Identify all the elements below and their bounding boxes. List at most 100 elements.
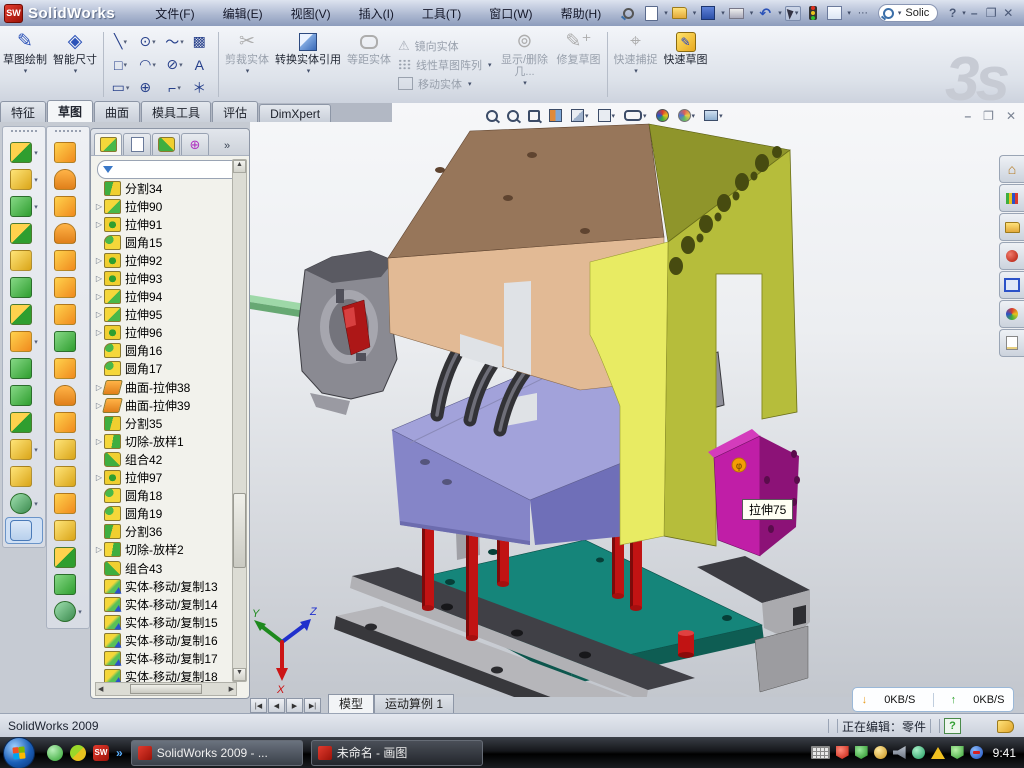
network-speed-widget[interactable]: ↓ 0KB/S ↑ 0KB/S bbox=[852, 687, 1014, 712]
tab-dimxpert-manager[interactable]: ⊕ bbox=[181, 133, 209, 155]
caret-icon[interactable]: ▾ bbox=[34, 500, 38, 508]
3d-model-view[interactable]: φ Y Z X bbox=[250, 103, 1024, 697]
search-input[interactable]: Solic bbox=[905, 7, 929, 19]
left-toolbar-button[interactable]: ▾ bbox=[4, 193, 44, 220]
document-tab[interactable]: 运动算例 1 bbox=[374, 694, 454, 713]
doc-restore-button[interactable]: ❐ bbox=[983, 109, 994, 123]
menu-item[interactable]: 工具(T) bbox=[408, 1, 475, 26]
volume-icon[interactable] bbox=[893, 746, 906, 759]
feature-tree-item[interactable]: ▷ 切除-放样2 bbox=[94, 541, 233, 559]
expand-arrow-icon[interactable]: ▷ bbox=[94, 437, 104, 446]
tree-vertical-scrollbar[interactable]: ▲ ▼ bbox=[232, 159, 247, 682]
tab-toolbox[interactable] bbox=[999, 242, 1024, 270]
left-toolbar-button[interactable]: ▾ bbox=[48, 301, 88, 328]
feature-tree-item[interactable]: ▷ 实体-移动/复制15 bbox=[94, 613, 233, 631]
options-icon[interactable] bbox=[825, 5, 843, 21]
feature-tree-item[interactable]: ▷ 拉伸93 bbox=[94, 269, 233, 287]
caret-icon[interactable]: ▾ bbox=[126, 84, 130, 92]
sketch-entity-icon[interactable]: ⊘ ▾ bbox=[161, 53, 188, 76]
ribbon-tab[interactable]: DimXpert bbox=[259, 104, 331, 122]
ribbon-tab[interactable]: 评估 bbox=[212, 101, 258, 122]
expand-arrow-icon[interactable]: ▷ bbox=[94, 220, 104, 229]
left-toolbar-button[interactable]: ▾ bbox=[4, 382, 44, 409]
search-box[interactable]: ▾ Solic bbox=[878, 4, 938, 22]
left-toolbar-button[interactable]: ▾ bbox=[4, 463, 44, 490]
offset-entities-button[interactable]: 等距实体 bbox=[344, 26, 394, 103]
tab-configuration-manager[interactable] bbox=[152, 133, 180, 155]
save-icon[interactable] bbox=[699, 5, 717, 21]
graphics-viewport[interactable]: φ Y Z X ▾ ▾ ▾ ▾ bbox=[250, 103, 1024, 697]
feature-tree-item[interactable]: ▷ 拉伸97 bbox=[94, 469, 233, 487]
panel-chevron[interactable]: » bbox=[224, 140, 230, 155]
tab-view-palette[interactable] bbox=[999, 271, 1024, 299]
feature-tree-item[interactable]: ▷ 分割34 bbox=[94, 179, 233, 197]
quick-launch-chevron[interactable]: » bbox=[116, 746, 123, 760]
taskbar-window-button[interactable]: 未命名 - 画图 bbox=[311, 740, 483, 766]
left-toolbar-button[interactable]: ▾ bbox=[48, 409, 88, 436]
left-toolbar-button[interactable]: ▾ bbox=[4, 436, 44, 463]
undo-icon[interactable]: ↶ bbox=[756, 5, 774, 21]
tab-property-manager[interactable] bbox=[123, 133, 151, 155]
antivirus-icon[interactable] bbox=[70, 745, 86, 761]
sketch-entity-icon[interactable]: A ▾ bbox=[188, 53, 215, 76]
feature-tree-item[interactable]: ▷ 曲面-拉伸39 bbox=[94, 396, 233, 414]
zoom-area-icon[interactable] bbox=[507, 110, 519, 122]
mirror-entities-button[interactable]: ⚠ 镜向实体 bbox=[398, 38, 492, 54]
left-toolbar-button[interactable]: ▾ bbox=[4, 220, 44, 247]
sketch-entity-icon[interactable]: ▩ ▾ bbox=[188, 30, 215, 53]
expand-arrow-icon[interactable]: ▷ bbox=[94, 202, 104, 211]
left-toolbar-button[interactable]: ▾ bbox=[4, 409, 44, 436]
feature-tree-item[interactable]: ▷ 实体-移动/复制13 bbox=[94, 577, 233, 595]
ribbon-tab[interactable]: 模具工具 bbox=[141, 101, 211, 122]
left-toolbar-button[interactable]: ▾ bbox=[4, 247, 44, 274]
caret-icon[interactable]: ▾ bbox=[152, 38, 156, 46]
tree-horizontal-scrollbar[interactable]: ◀ ▶ bbox=[95, 682, 237, 696]
menu-item[interactable]: 视图(V) bbox=[277, 1, 345, 26]
section-view-icon[interactable] bbox=[549, 109, 562, 122]
left-toolbar-button[interactable]: ▾ bbox=[48, 193, 88, 220]
feature-tree-item[interactable]: ▷ 组合42 bbox=[94, 450, 233, 468]
sketch-entity-icon[interactable]: ⊕ ▾ bbox=[134, 76, 161, 99]
sketch-button[interactable]: ✎ 草图绘制 ▾ bbox=[0, 26, 50, 103]
trim-entities-button[interactable]: ✂ 剪裁实体 ▾ bbox=[222, 26, 272, 103]
left-toolbar-button[interactable]: ▾ bbox=[5, 517, 43, 544]
left-toolbar-button[interactable]: ▾ bbox=[48, 517, 88, 544]
feature-tree-item[interactable]: ▷ 圆角18 bbox=[94, 487, 233, 505]
left-toolbar-button[interactable]: ▾ bbox=[4, 301, 44, 328]
badge-icon[interactable] bbox=[874, 746, 887, 759]
ribbon-tab[interactable]: 特征 bbox=[0, 101, 46, 122]
expand-arrow-icon[interactable]: ▷ bbox=[94, 328, 104, 337]
linear-pattern-button[interactable]: 线性草图阵列 ▾ bbox=[398, 57, 492, 73]
left-toolbar-button[interactable]: ▾ bbox=[48, 247, 88, 274]
left-toolbar-button[interactable]: ▾ bbox=[48, 463, 88, 490]
scroll-right-icon[interactable]: ▶ bbox=[229, 685, 234, 693]
doc-close-button[interactable]: ✕ bbox=[1006, 109, 1016, 123]
tab-design-library[interactable] bbox=[999, 184, 1024, 212]
left-toolbar-button[interactable]: ▾ bbox=[4, 355, 44, 382]
scrollbar-thumb[interactable] bbox=[130, 684, 202, 694]
feature-tree-item[interactable]: ▷ 实体-移动/复制18 bbox=[94, 668, 233, 682]
scene-icon[interactable]: ▾ bbox=[678, 109, 696, 122]
view-orientation-icon[interactable]: ▾ bbox=[598, 109, 616, 122]
caret-icon[interactable]: ▾ bbox=[34, 338, 38, 346]
expand-arrow-icon[interactable]: ▷ bbox=[94, 292, 104, 301]
defender-icon[interactable] bbox=[951, 746, 964, 759]
start-button[interactable] bbox=[3, 737, 35, 768]
scroll-left-icon[interactable]: ◀ bbox=[98, 685, 103, 693]
taskbar-clock[interactable]: 9:41 bbox=[993, 746, 1016, 760]
rapid-sketch-button[interactable]: ✎ 快速草图 bbox=[661, 26, 711, 103]
feature-tree-item[interactable]: ▷ 实体-移动/复制14 bbox=[94, 595, 233, 613]
network-icon[interactable] bbox=[912, 746, 925, 759]
feature-tree-item[interactable]: ▷ 切除-放样1 bbox=[94, 432, 233, 450]
caret-icon[interactable]: ▾ bbox=[34, 149, 38, 157]
caret-icon[interactable]: ▾ bbox=[34, 203, 38, 211]
feature-tree-item[interactable]: ▷ 拉伸91 bbox=[94, 215, 233, 233]
left-toolbar-button[interactable]: ▾ bbox=[48, 490, 88, 517]
caret-icon[interactable]: ▾ bbox=[34, 176, 38, 184]
menu-item[interactable]: 插入(I) bbox=[345, 1, 408, 26]
sketch-entity-icon[interactable]: ⊙ ▾ bbox=[134, 30, 161, 53]
security-alert-icon[interactable] bbox=[836, 746, 849, 759]
quick-snaps-button[interactable]: ⌖ 快速捕捉 ▾ bbox=[611, 26, 661, 103]
messenger-icon[interactable] bbox=[47, 745, 63, 761]
caret-icon[interactable]: ▾ bbox=[78, 608, 82, 616]
